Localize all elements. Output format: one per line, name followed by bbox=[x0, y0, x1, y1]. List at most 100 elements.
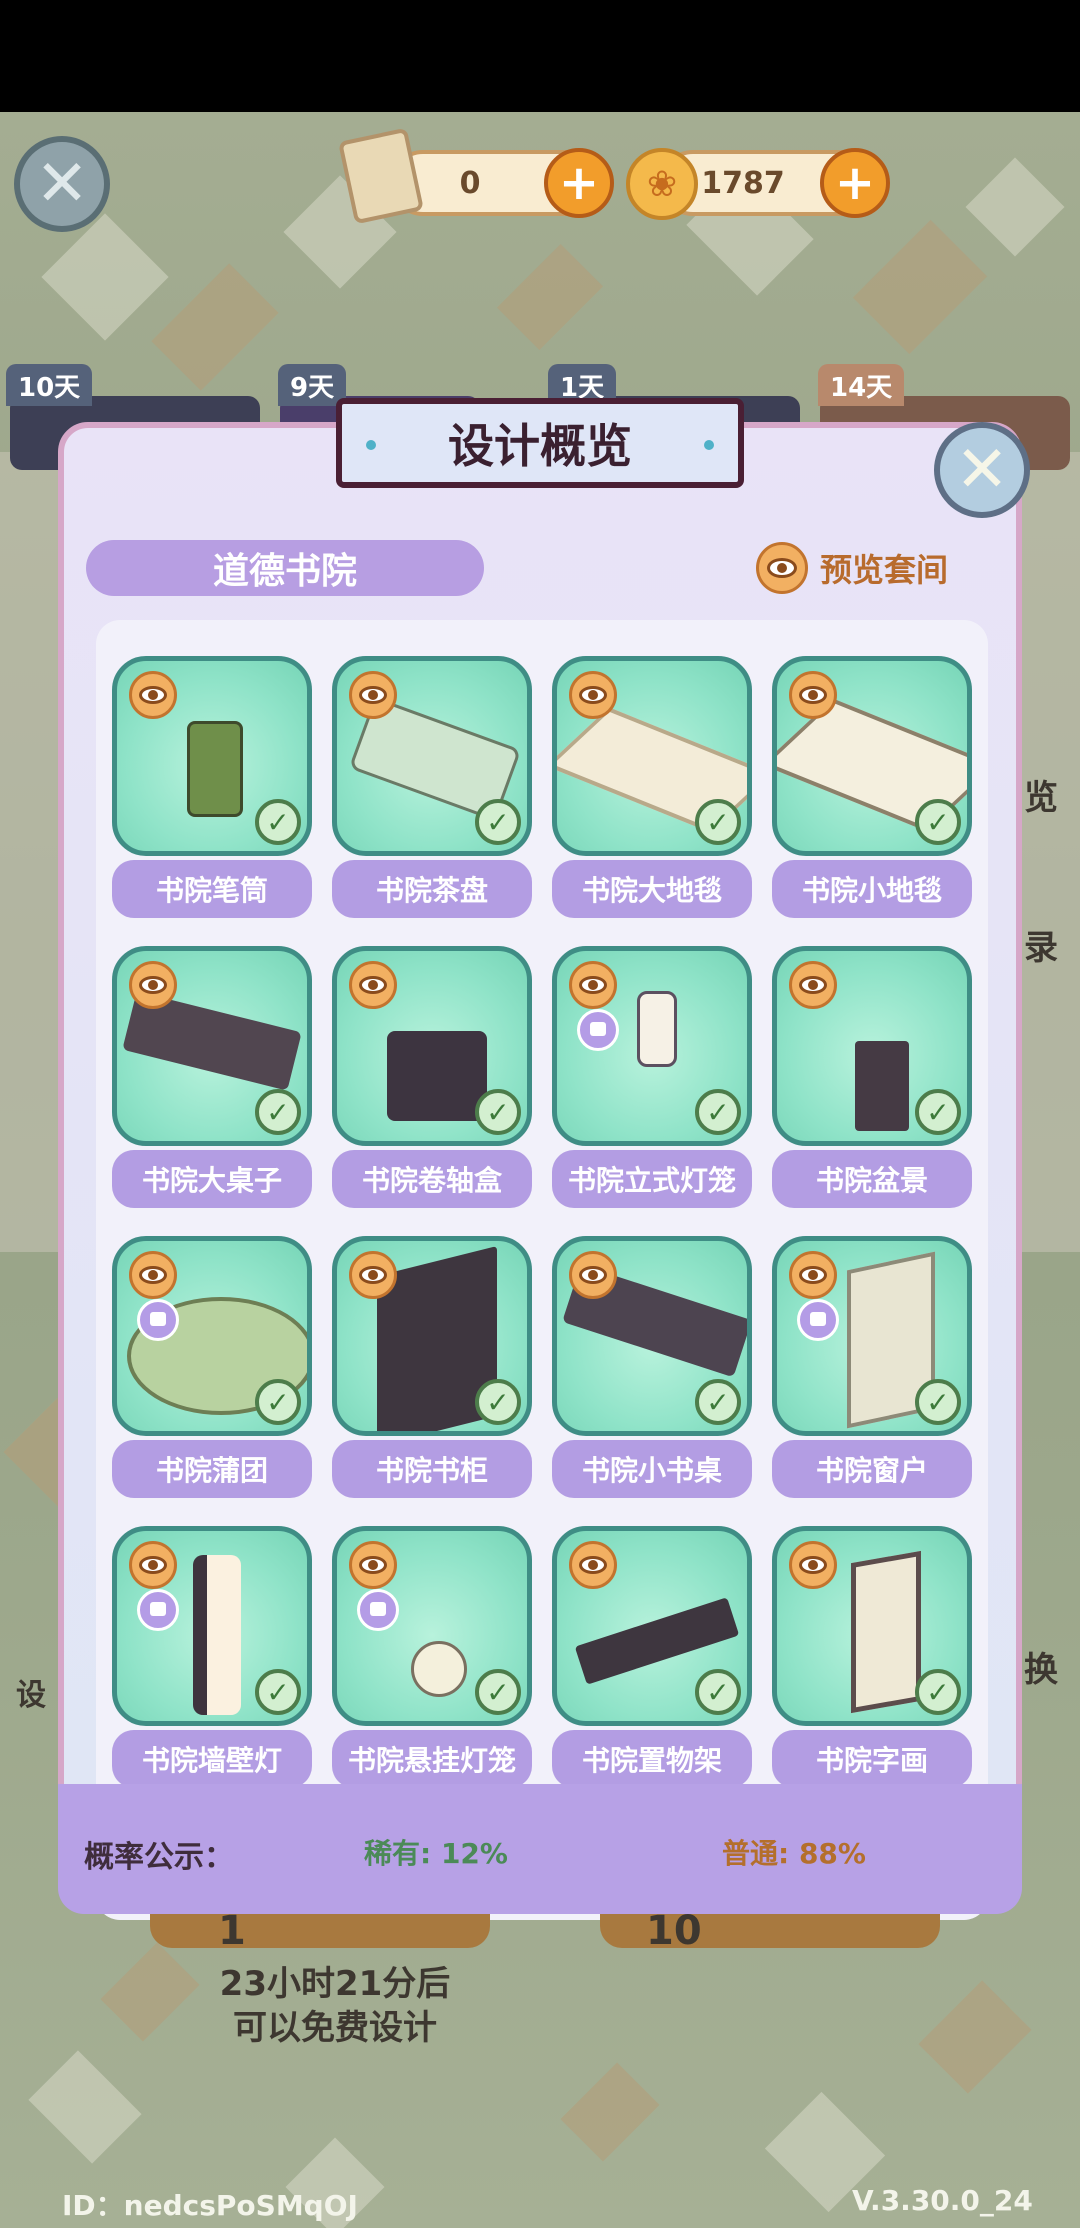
furniture-image bbox=[851, 1550, 921, 1714]
furniture-thumbnail[interactable]: ✓ bbox=[552, 656, 752, 856]
furniture-item[interactable]: ✓ 书院盆景 bbox=[772, 946, 972, 1208]
furniture-image bbox=[193, 1555, 241, 1715]
furniture-thumbnail[interactable]: ✓ bbox=[332, 656, 532, 856]
owned-check-icon: ✓ bbox=[695, 799, 741, 845]
add-coin-button[interactable]: + bbox=[820, 148, 890, 218]
eye-icon[interactable] bbox=[349, 1251, 397, 1299]
bg-partial-label-left: 设 bbox=[16, 1678, 46, 1713]
modal-close-button[interactable]: ✕ bbox=[934, 422, 1030, 518]
owned-check-icon: ✓ bbox=[915, 799, 961, 845]
rare-probability: 稀有: 12% bbox=[364, 1837, 508, 1870]
eye-icon[interactable] bbox=[129, 671, 177, 719]
scroll-tag-icon bbox=[357, 1589, 399, 1631]
furniture-item[interactable]: ✓ 书院字画 bbox=[772, 1526, 972, 1788]
furniture-item[interactable]: ✓ 书院悬挂灯笼 bbox=[332, 1526, 532, 1788]
furniture-thumbnail[interactable]: ✓ bbox=[332, 1236, 532, 1436]
furniture-thumbnail[interactable]: ✓ bbox=[552, 946, 752, 1146]
design-once-button[interactable] bbox=[150, 1914, 490, 1948]
modal-title: 设计概览 bbox=[448, 419, 632, 473]
furniture-thumbnail[interactable]: ✓ bbox=[552, 1236, 752, 1436]
owned-check-icon: ✓ bbox=[475, 1379, 521, 1425]
furniture-item[interactable]: ✓ 书院墙壁灯 bbox=[112, 1526, 312, 1788]
furniture-name: 书院立式灯笼 bbox=[552, 1150, 752, 1208]
eye-icon[interactable] bbox=[789, 1251, 837, 1299]
free-timer-line2: 可以免费设计 bbox=[233, 2008, 437, 2048]
furniture-name: 书院书柜 bbox=[332, 1440, 532, 1498]
furniture-item[interactable]: ✓ 书院茶盘 bbox=[332, 656, 532, 918]
owned-check-icon: ✓ bbox=[475, 1089, 521, 1135]
furniture-image bbox=[187, 721, 243, 817]
furniture-image bbox=[411, 1641, 467, 1697]
eye-icon[interactable] bbox=[569, 671, 617, 719]
furniture-item[interactable]: ✓ 书院笔筒 bbox=[112, 656, 312, 918]
furniture-name: 书院悬挂灯笼 bbox=[332, 1730, 532, 1788]
eye-icon[interactable] bbox=[129, 1541, 177, 1589]
furniture-thumbnail[interactable]: ✓ bbox=[772, 656, 972, 856]
scroll-currency: 0 + bbox=[390, 148, 614, 218]
furniture-item[interactable]: ✓ 书院小地毯 bbox=[772, 656, 972, 918]
furniture-thumbnail[interactable]: ✓ bbox=[112, 946, 312, 1146]
furniture-name: 书院大桌子 bbox=[112, 1150, 312, 1208]
furniture-thumbnail[interactable]: ✓ bbox=[772, 946, 972, 1146]
add-scroll-button[interactable]: + bbox=[544, 148, 614, 218]
furniture-item[interactable]: ✓ 书院窗户 bbox=[772, 1236, 972, 1498]
version-label: V.3.30.0_24 bbox=[852, 2184, 1033, 2217]
furniture-item[interactable]: ✓ 书院小书桌 bbox=[552, 1236, 752, 1498]
coin-icon: ❀ bbox=[626, 148, 698, 220]
furniture-image bbox=[855, 1041, 909, 1131]
modal-title-banner: 设计概览 bbox=[336, 398, 744, 488]
eye-icon[interactable] bbox=[789, 1541, 837, 1589]
eye-icon[interactable] bbox=[789, 671, 837, 719]
owned-check-icon: ✓ bbox=[695, 1669, 741, 1715]
furniture-thumbnail[interactable]: ✓ bbox=[112, 1236, 312, 1436]
furniture-item[interactable]: ✓ 书院大桌子 bbox=[112, 946, 312, 1208]
furniture-thumbnail[interactable]: ✓ bbox=[112, 1526, 312, 1726]
eye-icon[interactable] bbox=[789, 961, 837, 1009]
preview-room-label: 预览套间 bbox=[820, 551, 949, 589]
common-probability: 普通: 88% bbox=[722, 1837, 866, 1870]
close-icon: ✕ bbox=[955, 433, 1009, 507]
eye-icon bbox=[756, 542, 808, 594]
furniture-name: 书院窗户 bbox=[772, 1440, 972, 1498]
furniture-item[interactable]: ✓ 书院卷轴盒 bbox=[332, 946, 532, 1208]
furniture-thumbnail[interactable]: ✓ bbox=[772, 1526, 972, 1726]
owned-check-icon: ✓ bbox=[255, 799, 301, 845]
furniture-thumbnail[interactable]: ✓ bbox=[112, 656, 312, 856]
days-badge-1: 10天 bbox=[6, 364, 93, 406]
furniture-item[interactable]: ✓ 书院蒲团 bbox=[112, 1236, 312, 1498]
owned-check-icon: ✓ bbox=[915, 1669, 961, 1715]
furniture-item[interactable]: ✓ 书院置物架 bbox=[552, 1526, 752, 1788]
set-name-label: 道德书院 bbox=[86, 540, 484, 596]
status-bar bbox=[0, 0, 1080, 112]
furniture-image bbox=[387, 1031, 487, 1121]
owned-check-icon: ✓ bbox=[255, 1379, 301, 1425]
owned-check-icon: ✓ bbox=[475, 1669, 521, 1715]
owned-check-icon: ✓ bbox=[695, 1089, 741, 1135]
furniture-item[interactable]: ✓ 书院书柜 bbox=[332, 1236, 532, 1498]
eye-icon[interactable] bbox=[349, 1541, 397, 1589]
eye-icon[interactable] bbox=[129, 1251, 177, 1299]
furniture-thumbnail[interactable]: ✓ bbox=[772, 1236, 972, 1436]
furniture-thumbnail[interactable]: ✓ bbox=[552, 1526, 752, 1726]
furniture-item[interactable]: ✓ 书院大地毯 bbox=[552, 656, 752, 918]
furniture-name: 书院大地毯 bbox=[552, 860, 752, 918]
preview-room-button[interactable]: 预览套间 bbox=[756, 538, 948, 598]
eye-icon[interactable] bbox=[129, 961, 177, 1009]
furniture-item[interactable]: ✓ 书院立式灯笼 bbox=[552, 946, 752, 1208]
furniture-thumbnail[interactable]: ✓ bbox=[332, 1526, 532, 1726]
owned-check-icon: ✓ bbox=[255, 1669, 301, 1715]
furniture-name: 书院卷轴盒 bbox=[332, 1150, 532, 1208]
eye-icon[interactable] bbox=[349, 961, 397, 1009]
eye-icon[interactable] bbox=[569, 1251, 617, 1299]
scroll-tag-icon bbox=[137, 1589, 179, 1631]
player-id: ID：nedcsPoSMqOJ bbox=[62, 2189, 358, 2222]
scroll-tag-icon bbox=[577, 1009, 619, 1051]
top-close-button[interactable]: ✕ bbox=[14, 136, 110, 232]
probability-label: 概率公示： bbox=[84, 1840, 234, 1875]
eye-icon[interactable] bbox=[569, 1541, 617, 1589]
furniture-thumbnail[interactable]: ✓ bbox=[332, 946, 532, 1146]
eye-icon[interactable] bbox=[569, 961, 617, 1009]
owned-check-icon: ✓ bbox=[915, 1379, 961, 1425]
bg-partial-label-right-3: 换 bbox=[1024, 1650, 1058, 1690]
eye-icon[interactable] bbox=[349, 671, 397, 719]
